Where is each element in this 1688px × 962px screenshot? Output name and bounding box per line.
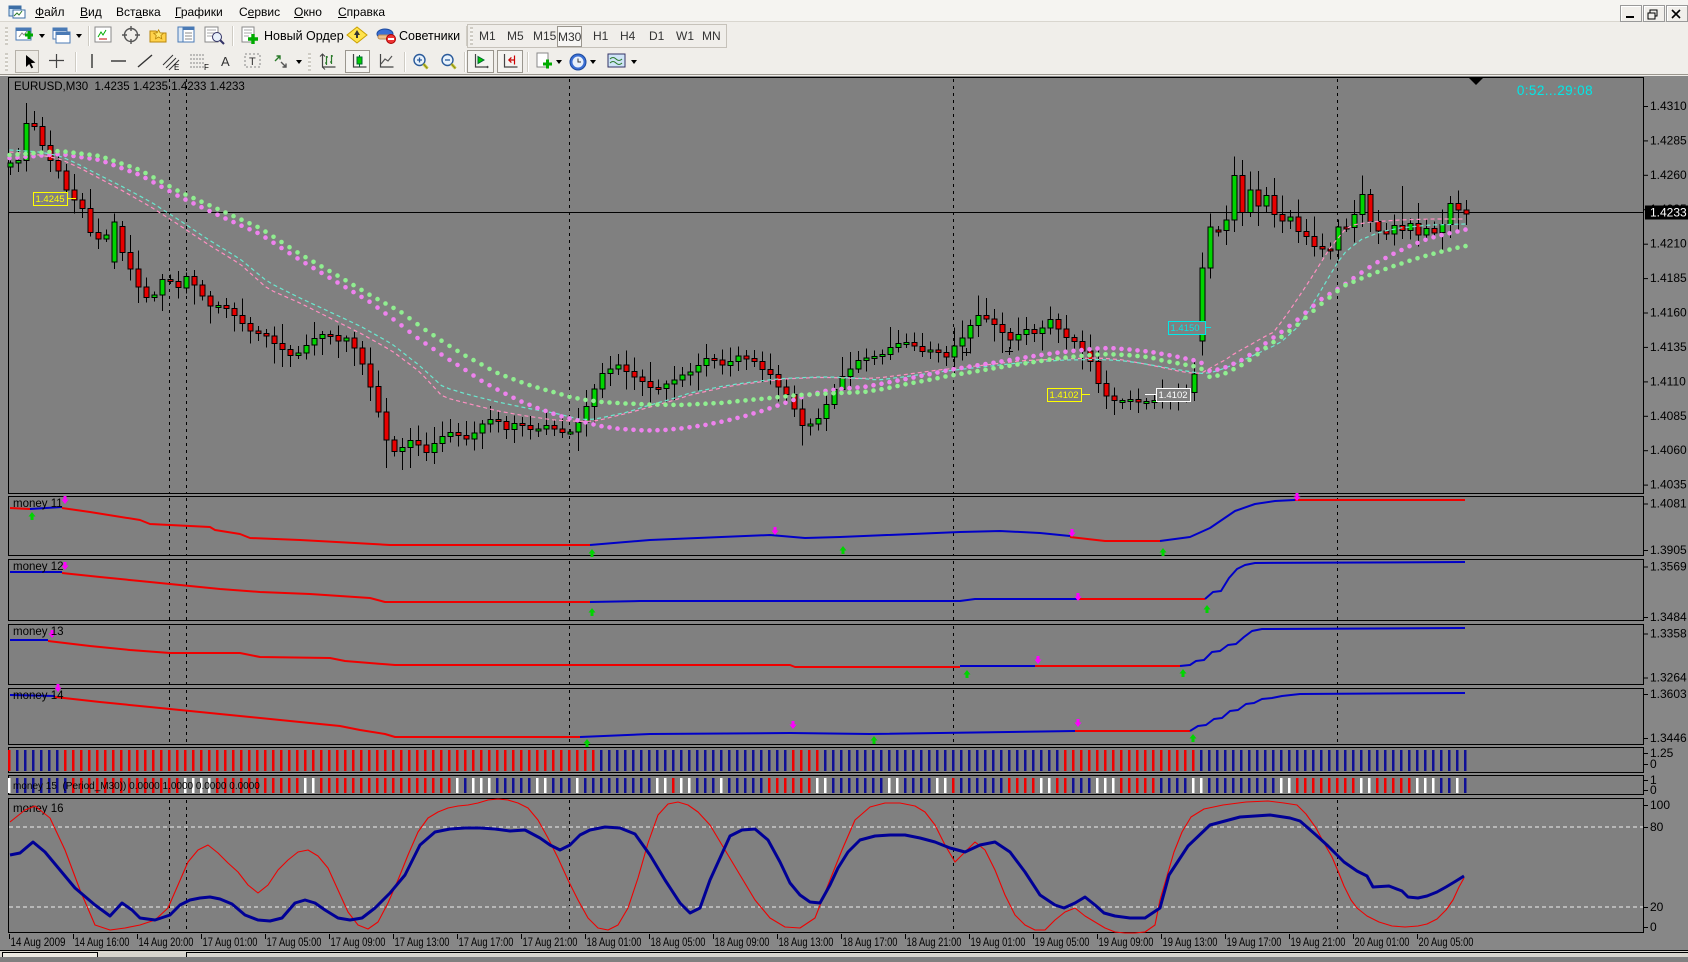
svg-text:1.3446: 1.3446 [1650, 731, 1687, 745]
svg-text:F: F [204, 63, 209, 72]
svg-text:19 Aug 17:00: 19 Aug 17:00 [1227, 937, 1282, 949]
svg-text:1.4185: 1.4185 [1650, 271, 1687, 285]
svg-text:1.4060: 1.4060 [1650, 443, 1687, 457]
svg-text:1.4260: 1.4260 [1650, 168, 1687, 182]
svg-text:money 14: money 14 [13, 690, 64, 702]
svg-text:20: 20 [1650, 900, 1664, 914]
svg-text:18 Aug 05:00: 18 Aug 05:00 [651, 937, 706, 949]
svg-text:money 12: money 12 [13, 561, 64, 573]
svg-text:20 Aug 01:00: 20 Aug 01:00 [1355, 937, 1410, 949]
svg-text:1.4245: 1.4245 [36, 194, 65, 205]
svg-text:1.4160: 1.4160 [1650, 306, 1687, 320]
svg-text:20 Aug 05:00: 20 Aug 05:00 [1419, 937, 1474, 949]
svg-text:19 Aug 13:00: 19 Aug 13:00 [1163, 937, 1218, 949]
svg-text:1.4102: 1.4102 [1050, 390, 1079, 401]
svg-text:A: A [221, 54, 230, 69]
svg-text:18 Aug 13:00: 18 Aug 13:00 [779, 937, 834, 949]
svg-text:1.4102: 1.4102 [1159, 390, 1188, 401]
svg-text:0:52...29:08: 0:52...29:08 [1517, 83, 1593, 98]
svg-text:100: 100 [1650, 798, 1670, 812]
svg-text:1.4150: 1.4150 [1171, 323, 1200, 334]
svg-text:19 Aug 21:00: 19 Aug 21:00 [1291, 937, 1346, 949]
svg-text:19 Aug 09:00: 19 Aug 09:00 [1099, 937, 1154, 949]
svg-text:money 13: money 13 [13, 626, 64, 638]
svg-text:1.4081: 1.4081 [1650, 497, 1687, 511]
svg-text:18 Aug 17:00: 18 Aug 17:00 [843, 937, 898, 949]
svg-text:T: T [249, 56, 256, 68]
svg-text:1.3905: 1.3905 [1650, 543, 1687, 557]
svg-text:18 Aug 01:00: 18 Aug 01:00 [587, 937, 642, 949]
svg-text:0: 0 [1650, 757, 1657, 771]
svg-text:1.3358: 1.3358 [1650, 627, 1687, 641]
svg-text:0: 0 [1650, 920, 1657, 934]
svg-text:money 11: money 11 [13, 498, 63, 510]
svg-text:money 15 (Period_M30)) 0.0000: money 15 (Period_M30)) 0.0000 1.0000 0.0… [13, 781, 260, 792]
svg-text:1.4085: 1.4085 [1650, 409, 1687, 423]
svg-text:1.4135: 1.4135 [1650, 340, 1687, 354]
svg-text:EURUSD,M30 1.4235 1.4235 1.42: EURUSD,M30 1.4235 1.4235 1.4233 1.4233 [14, 81, 245, 93]
svg-text:1.4285: 1.4285 [1650, 133, 1687, 147]
svg-text:17 Aug 13:00: 17 Aug 13:00 [395, 937, 450, 949]
svg-text:17 Aug 01:00: 17 Aug 01:00 [203, 937, 258, 949]
svg-text:18 Aug 21:00: 18 Aug 21:00 [907, 937, 962, 949]
svg-text:1.4233: 1.4233 [1650, 206, 1687, 220]
svg-text:1.4310: 1.4310 [1650, 99, 1687, 113]
svg-text:1.3603: 1.3603 [1650, 687, 1687, 701]
svg-text:19 Aug 01:00: 19 Aug 01:00 [971, 937, 1026, 949]
svg-text:1.3484: 1.3484 [1650, 610, 1687, 624]
svg-text:14 Aug 2009: 14 Aug 2009 [11, 937, 66, 949]
svg-text:17 Aug 09:00: 17 Aug 09:00 [331, 937, 386, 949]
svg-text:17 Aug 17:00: 17 Aug 17:00 [459, 937, 514, 949]
svg-text:14 Aug 20:00: 14 Aug 20:00 [139, 937, 194, 949]
svg-text:1.3569: 1.3569 [1650, 560, 1687, 574]
svg-text:1.4110: 1.4110 [1650, 374, 1686, 388]
svg-text:17 Aug 05:00: 17 Aug 05:00 [267, 937, 322, 949]
svg-text:17 Aug 21:00: 17 Aug 21:00 [523, 937, 578, 949]
svg-text:19 Aug 05:00: 19 Aug 05:00 [1035, 937, 1090, 949]
svg-text:0: 0 [1650, 783, 1657, 797]
svg-text:14 Aug 16:00: 14 Aug 16:00 [75, 937, 130, 949]
svg-text:E: E [174, 63, 179, 72]
svg-text:1.4035: 1.4035 [1650, 478, 1687, 492]
svg-text:80: 80 [1650, 820, 1664, 834]
svg-text:1.4210: 1.4210 [1650, 237, 1687, 251]
svg-text:1.3264: 1.3264 [1650, 671, 1687, 685]
svg-text:18 Aug 09:00: 18 Aug 09:00 [715, 937, 770, 949]
